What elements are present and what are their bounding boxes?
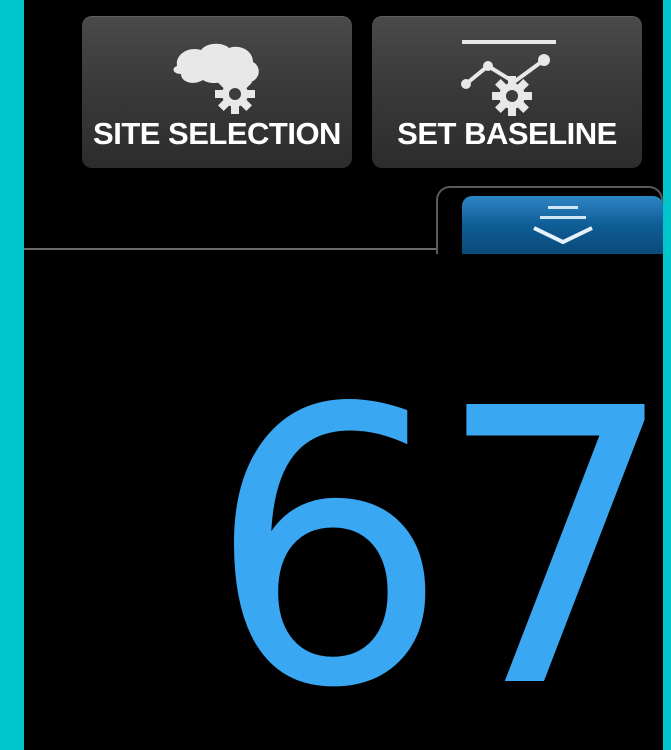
chevron-down-icon — [528, 202, 598, 253]
monitor-screen: SITE SELECTION SET BASELINE 67 — [24, 0, 663, 750]
set-baseline-button[interactable]: SET BASELINE — [372, 16, 642, 168]
panel-divider — [24, 248, 436, 250]
parameter-value: 67 — [207, 328, 663, 750]
drawer-toggle-button[interactable] — [462, 196, 663, 254]
device-bezel: SITE SELECTION SET BASELINE 67 — [0, 0, 671, 750]
trend-gear-icon — [452, 36, 562, 127]
site-selection-button[interactable]: SITE SELECTION — [82, 16, 352, 168]
brain-gear-icon — [167, 36, 267, 125]
